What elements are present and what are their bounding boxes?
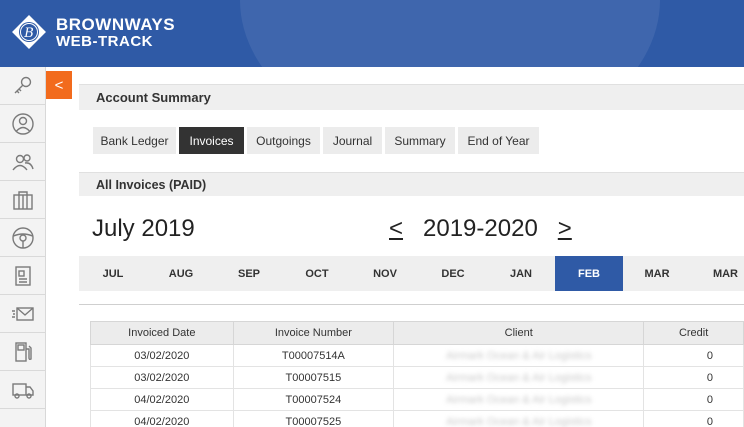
steering-wheel-icon [12,226,34,249]
user-icon [12,112,34,135]
sidebar-item-building[interactable] [0,181,46,219]
sidebar-item-truck[interactable] [0,371,46,409]
mail-icon [12,306,34,321]
tab-invoices[interactable]: Invoices [179,127,244,154]
building-icon [13,190,33,210]
month-dec[interactable]: DEC [419,256,487,291]
app-header: B BROWNWAYS WEB-TRACK [0,0,744,67]
sidebar-item-steering[interactable] [0,219,46,257]
cell-credit: 0 [643,410,744,427]
cell-invoice-number[interactable]: T00007514A [232,344,395,367]
sidebar-collapse-button[interactable]: < [46,71,72,99]
sidebar-item-mail[interactable] [0,295,46,333]
month-mar-duplicate[interactable]: MAR [691,256,744,291]
next-year-link[interactable]: > [558,215,572,243]
column-header-invoiced-date[interactable]: Invoiced Date [90,321,234,345]
table-row[interactable]: 03/02/2020 T00007515 Airmark Ocean & Air… [90,366,744,389]
month-sep[interactable]: SEP [215,256,283,291]
sidebar-item-users[interactable] [0,143,46,181]
month-feb[interactable]: FEB [555,256,623,291]
column-header-credit[interactable]: Credit [643,321,744,345]
table-row[interactable]: 04/02/2020 T00007525 Airmark Ocean & Air… [90,410,744,427]
tab-summary[interactable]: Summary [385,127,455,154]
divider [79,304,744,305]
users-icon [12,153,34,170]
cell-credit: 0 [643,366,744,389]
sidebar-nav [0,67,46,427]
fuel-pump-icon [15,341,32,362]
brand-line-1: BROWNWAYS [56,15,176,34]
cell-credit: 0 [643,388,744,411]
document-icon [15,265,31,286]
column-header-client[interactable]: Client [393,321,645,345]
month-jan[interactable]: JAN [487,256,555,291]
header-decoration [240,0,660,67]
month-selector: JUL AUG SEP OCT NOV DEC JAN FEB MAR MAR [79,256,744,291]
year-navigator: < 2019-2020 > [389,215,572,243]
cell-client: Airmark Ocean & Air Logistics [393,410,645,427]
month-aug[interactable]: AUG [147,256,215,291]
selected-month-title: July 2019 [92,215,195,242]
prev-year-link[interactable]: < [389,215,403,243]
tab-outgoings[interactable]: Outgoings [247,127,320,154]
table-row[interactable]: 04/02/2020 T00007524 Airmark Ocean & Air… [90,388,744,411]
cell-client: Airmark Ocean & Air Logistics [393,366,645,389]
cell-invoice-number[interactable]: T00007524 [232,388,395,411]
truck-icon [12,382,34,399]
brand-line-2: WEB-TRACK [56,33,153,50]
brand-name: BROWNWAYS WEB-TRACK [56,16,175,50]
month-oct[interactable]: OCT [283,256,351,291]
sidebar-item-fuel[interactable] [0,333,46,371]
cell-invoice-number[interactable]: T00007525 [232,410,395,427]
table-row[interactable]: 03/02/2020 T00007514A Airmark Ocean & Ai… [90,344,744,367]
invoices-section-title: All Invoices (PAID) [79,172,744,196]
key-icon [14,76,32,93]
cell-invoiced-date: 04/02/2020 [90,388,234,411]
month-mar[interactable]: MAR [623,256,691,291]
sidebar-item-user[interactable] [0,105,46,143]
tab-journal[interactable]: Journal [323,127,382,154]
account-summary-title: Account Summary [79,84,744,110]
cell-invoiced-date: 03/02/2020 [90,344,234,367]
cell-invoice-number[interactable]: T00007515 [232,366,395,389]
account-tabs: Bank Ledger Invoices Outgoings Journal S… [93,127,542,154]
brand-logo-icon[interactable]: B [10,13,48,51]
logo-letter: B [23,26,34,41]
invoices-table: Invoiced Date Invoice Number Client Cred… [90,321,744,427]
cell-invoiced-date: 04/02/2020 [90,410,234,427]
tab-bank-ledger[interactable]: Bank Ledger [93,127,176,154]
cell-client: Airmark Ocean & Air Logistics [393,344,645,367]
column-header-invoice-number[interactable]: Invoice Number [232,321,395,345]
cell-client: Airmark Ocean & Air Logistics [393,388,645,411]
month-nov[interactable]: NOV [351,256,419,291]
month-jul[interactable]: JUL [79,256,147,291]
sidebar-item-key[interactable] [0,67,46,105]
cell-credit: 0 [643,344,744,367]
tab-end-of-year[interactable]: End of Year [458,127,539,154]
sidebar-item-document[interactable] [0,257,46,295]
table-header-row: Invoiced Date Invoice Number Client Cred… [90,321,744,345]
cell-invoiced-date: 03/02/2020 [90,366,234,389]
year-range: 2019-2020 [423,215,538,242]
main-content: Account Summary Bank Ledger Invoices Out… [79,79,744,427]
